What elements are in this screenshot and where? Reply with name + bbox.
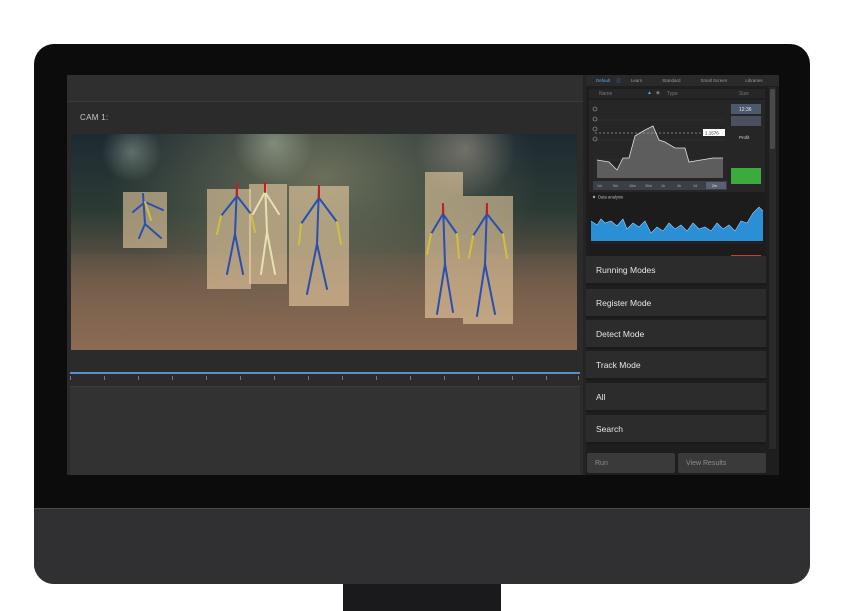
tab-learn[interactable]: Learn (631, 78, 643, 83)
svg-text:30m: 30m (645, 184, 652, 188)
column-type[interactable]: Type (667, 91, 678, 97)
column-headers: Name ▲ ◆ Type Size (589, 89, 765, 98)
data-analysis-plot: Data analysis (590, 195, 764, 244)
menu-register-mode[interactable]: Register Mode (586, 289, 766, 318)
timeline-scrubber[interactable] (70, 370, 580, 384)
workspace-tabs: Default ⓘ Learn Standard Small Screen Li… (586, 75, 779, 86)
sort-up-icon[interactable]: ▲ (647, 90, 652, 96)
menu-running-modes[interactable]: Running Modes (586, 256, 766, 285)
go-button[interactable] (731, 168, 761, 184)
tab-libraries[interactable]: Libraries (745, 78, 762, 83)
column-size[interactable]: Size (739, 91, 749, 97)
svg-text:5m: 5m (613, 184, 618, 188)
video-pane: CAM 1: (67, 75, 583, 475)
panel-scrollbar[interactable] (769, 87, 776, 449)
menu-detect-mode[interactable]: Detect Mode (586, 320, 766, 349)
data-analysis-label: Data analysis (598, 195, 623, 200)
video-toolbar (67, 75, 583, 102)
tab-standard[interactable]: Standard (662, 78, 680, 83)
chart-time-badge: 12:36 (739, 107, 752, 113)
analysis-chart[interactable]: 1.1576 12:36 Profit 1m 5m 15m 30m 1h 4h … (589, 100, 765, 192)
pose-skeletons (132, 181, 508, 317)
control-panel: Default ⓘ Learn Standard Small Screen Li… (586, 75, 779, 475)
svg-text:1d: 1d (693, 184, 697, 188)
monitor-chin (34, 508, 810, 584)
svg-text:15m: 15m (629, 184, 636, 188)
monitor-stand (343, 584, 501, 611)
svg-text:4h: 4h (677, 184, 681, 188)
run-button[interactable]: Run (587, 453, 675, 473)
column-name[interactable]: Name (599, 91, 612, 97)
menu-all[interactable]: All (586, 383, 766, 412)
view-results-button[interactable]: View Results (678, 453, 766, 473)
info-icon: ⓘ (616, 77, 621, 83)
menu-track-mode[interactable]: Track Mode (586, 351, 766, 380)
tab-default[interactable]: Default (596, 78, 610, 83)
menu-search[interactable]: Search (586, 415, 766, 444)
event-log-panel (70, 386, 580, 475)
analysis-chart-plot: 1.1576 12:36 Profit 1m 5m 15m 30m 1h 4h … (592, 104, 761, 190)
app-screen: CAM 1: Default ⓘ Learn Standard Small Sc… (67, 75, 779, 475)
camera-label: CAM 1: (80, 113, 109, 122)
svg-text:1m: 1m (597, 184, 602, 188)
price-tag: 1.1576 (705, 131, 719, 136)
tab-small-screen[interactable]: Small Screen (701, 78, 728, 83)
profit-label: Profit (739, 135, 750, 140)
camera-feed[interactable] (71, 134, 577, 350)
svg-text:1h: 1h (661, 184, 665, 188)
tag-icon: ◆ (656, 90, 660, 96)
svg-text:2m: 2m (712, 184, 717, 188)
data-analysis-chart[interactable]: Data analysis (589, 193, 765, 255)
